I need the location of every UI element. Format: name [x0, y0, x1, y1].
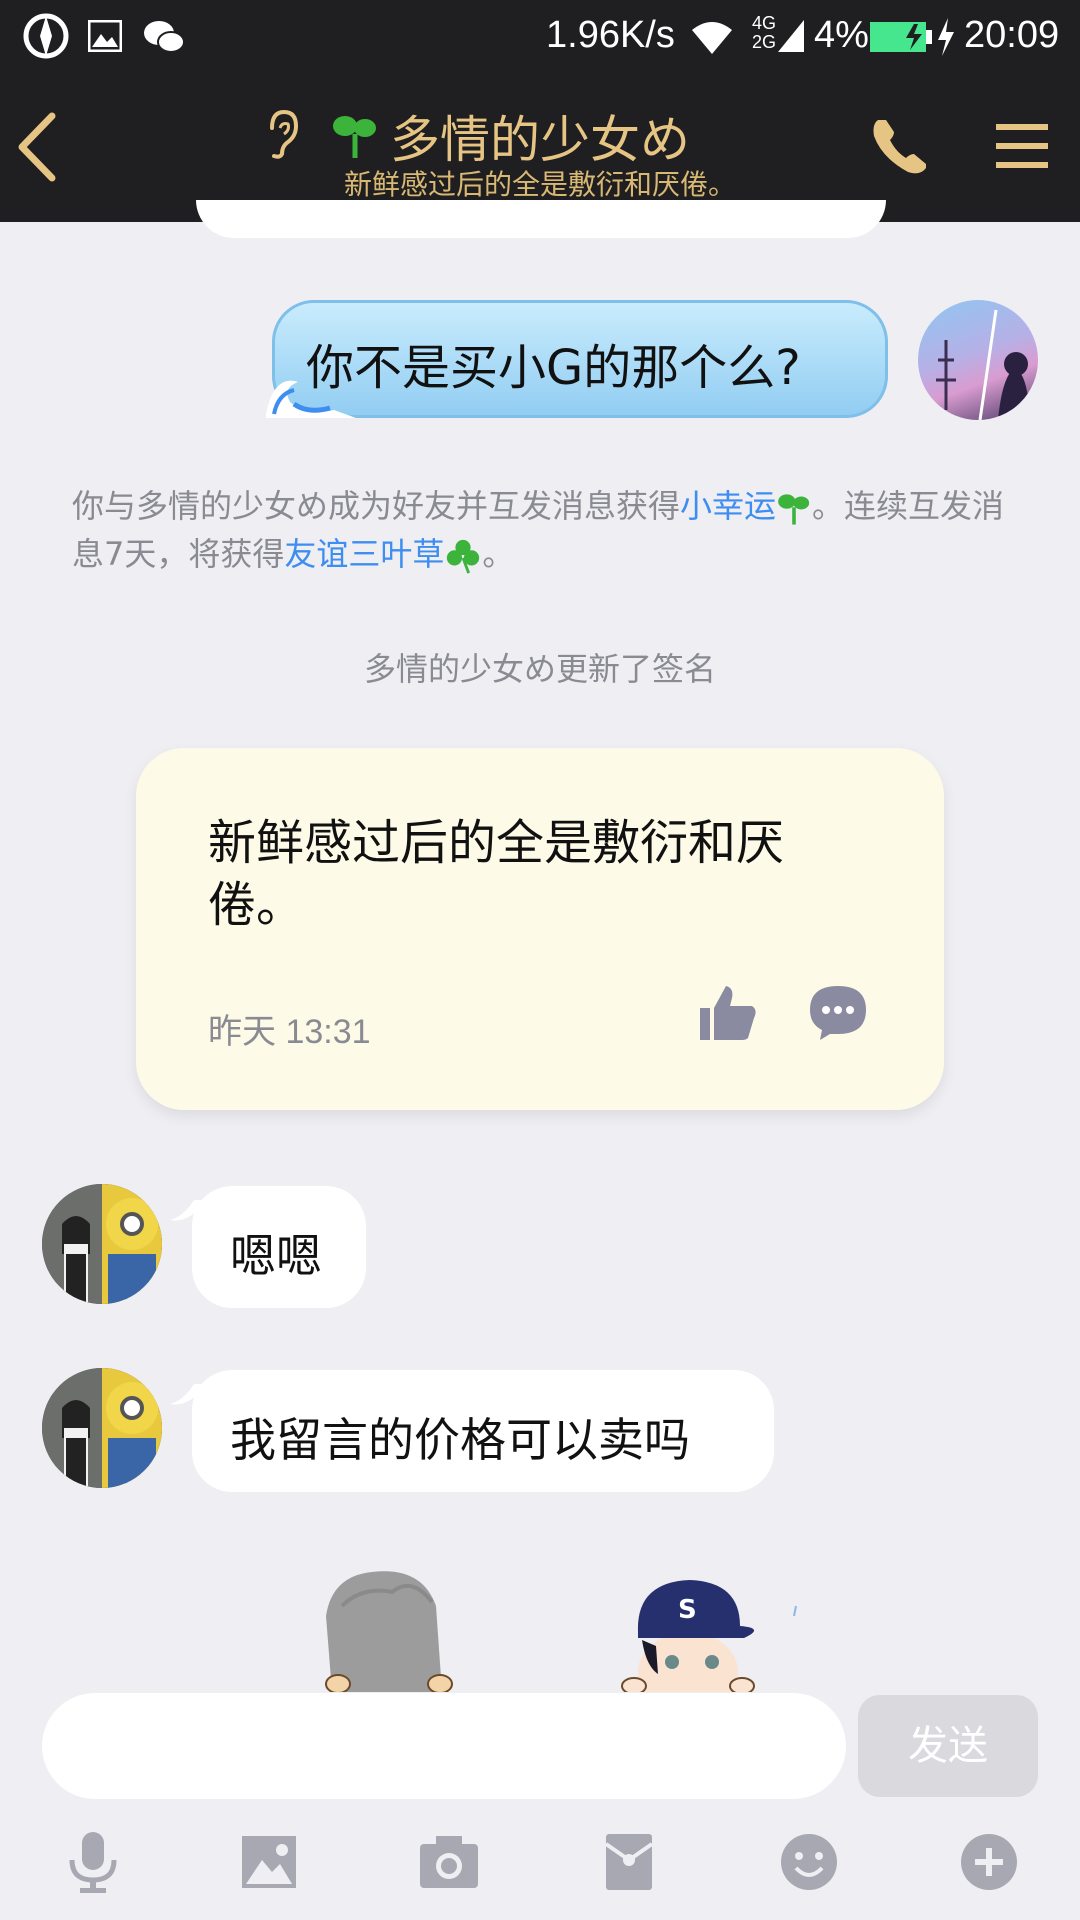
received-message-bubble[interactable]: 嗯嗯 [192, 1186, 366, 1308]
previous-message-bubble [196, 200, 886, 238]
clover-icon [447, 539, 480, 574]
sprout-icon [778, 494, 810, 525]
peeking-character-cap: S [621, 1580, 797, 1692]
clock: 20:09 [964, 14, 1060, 56]
like-icon[interactable] [698, 984, 758, 1042]
signal-icon [778, 20, 804, 52]
sent-message-text: 你不是买小G的那个么? [306, 340, 801, 396]
gallery-icon [88, 20, 122, 52]
status-bar: 1.96K/s 4G 2G 4% 20:09 [0, 0, 1080, 76]
svg-text:S: S [678, 1595, 697, 1625]
signature-time: 昨天 13:31 [208, 1013, 371, 1051]
send-button[interactable]: 发送 [858, 1695, 1038, 1797]
my-avatar[interactable] [918, 300, 1038, 420]
mic-icon[interactable] [58, 1830, 128, 1894]
contact-avatar[interactable] [42, 1184, 162, 1304]
received-message-text: 我留言的价格可以卖吗 [230, 1413, 690, 1467]
plus-icon[interactable] [954, 1830, 1024, 1894]
system-message-text: 。 [482, 535, 515, 573]
phone-icon[interactable] [868, 114, 934, 180]
system-message-signature-update: 多情的少女め更新了签名 [363, 650, 716, 688]
wifi-icon [692, 22, 732, 54]
network-type: 4G 2G [752, 13, 777, 52]
received-message-bubble[interactable]: 我留言的价格可以卖吗 [192, 1370, 774, 1492]
message-input[interactable] [42, 1693, 846, 1801]
network-speed: 1.96K/s [546, 14, 675, 56]
system-message-text: 你与多情的少女め成为好友并互发消息获得 [72, 487, 681, 525]
camera-icon[interactable] [414, 1830, 484, 1894]
system-message-friendship: 你与多情的少女め成为好友并互发消息获得小幸运 。连续互发消息7天，将获得友谊三叶草… [72, 482, 1012, 578]
battery-percent: 4% [814, 14, 869, 56]
menu-icon[interactable] [994, 120, 1050, 172]
page-title: 多情的少女め [390, 111, 690, 169]
charging-icon [938, 18, 954, 56]
clover-link[interactable]: 友谊三叶草 [284, 535, 444, 573]
red-packet-icon[interactable] [594, 1830, 664, 1894]
message-input-text[interactable] [72, 1693, 816, 1801]
image-icon[interactable] [234, 1830, 304, 1894]
emoji-icon[interactable] [774, 1830, 844, 1894]
signature-text: 新鲜感过后的全是敷衍和厌倦。 [208, 815, 785, 933]
peeking-character-gray [325, 1571, 453, 1692]
comment-icon[interactable] [808, 984, 868, 1040]
app-logo-icon [23, 13, 69, 59]
wechat-icon [144, 21, 185, 53]
contact-avatar[interactable] [42, 1368, 162, 1488]
xiaoxingyun-link[interactable]: 小幸运 [680, 487, 776, 525]
received-message-text: 嗯嗯 [230, 1229, 322, 1283]
signature-card[interactable]: 新鲜感过后的全是敷衍和厌倦。 昨天 13:31 [136, 748, 944, 1110]
battery-icon [870, 22, 932, 52]
